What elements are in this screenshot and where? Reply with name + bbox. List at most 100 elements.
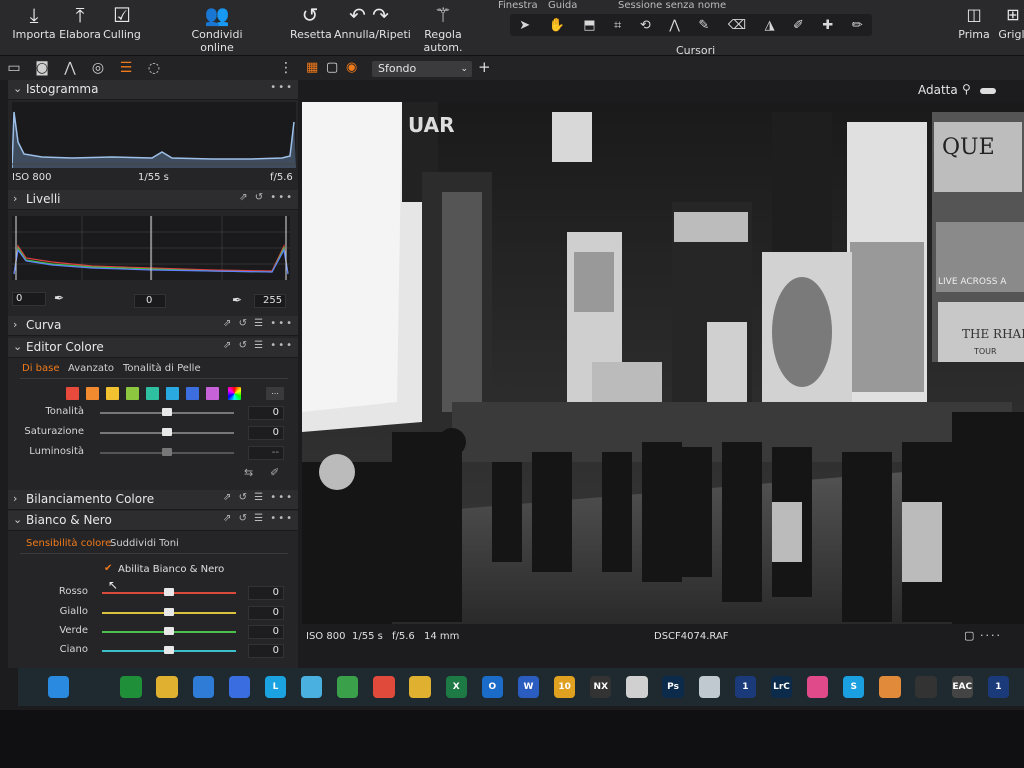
taskbar-app-circle-icon[interactable] xyxy=(879,676,901,698)
more-colors-button[interactable]: ... xyxy=(266,387,284,400)
eraser-icon[interactable]: ⌫ xyxy=(728,18,746,33)
swatch-green[interactable] xyxy=(126,387,139,400)
swatch-magenta[interactable] xyxy=(206,387,219,400)
fit-label[interactable]: Adatta xyxy=(918,83,958,97)
red-knob[interactable] xyxy=(164,588,174,596)
taskbar-word-icon[interactable]: W xyxy=(517,676,540,698)
swatch-orange[interactable] xyxy=(86,387,99,400)
swatch-aqua[interactable] xyxy=(146,387,159,400)
taskbar-skype-icon[interactable]: S xyxy=(843,676,865,698)
lightness-knob[interactable] xyxy=(162,448,172,456)
heal-icon[interactable]: ✚ xyxy=(822,18,833,33)
levels-plot[interactable] xyxy=(12,216,290,280)
details-icon[interactable]: ◌ xyxy=(140,60,168,76)
tab-basic[interactable]: Di base xyxy=(22,363,60,374)
color-editor-header[interactable]: ⌄ Editor Colore ⇗ ↺ ☰ ••• xyxy=(8,338,298,358)
taskbar-mail-icon[interactable] xyxy=(192,676,214,698)
photo-canvas[interactable]: UAR QUE LIVE ACROSS A THE RHAPSO TOUR xyxy=(302,102,1024,624)
grid-view-icon[interactable]: ▦ xyxy=(306,60,318,75)
curve-actions-icon[interactable]: ⇗ ↺ ☰ ••• xyxy=(223,318,294,329)
grid-button[interactable]: ⊞ Grigli xyxy=(998,2,1024,41)
culling-button[interactable]: ☑ Culling xyxy=(102,2,142,41)
taskbar-xbox-icon[interactable] xyxy=(120,676,142,698)
menu-window[interactable]: Finestra xyxy=(498,0,538,11)
pan-hand-icon[interactable]: ✋ xyxy=(549,18,565,33)
swatch-red[interactable] xyxy=(66,387,79,400)
taskbar-red-app-icon[interactable] xyxy=(373,676,395,698)
crop-icon[interactable]: ⌗ xyxy=(614,18,621,33)
taskbar-photo-app-icon[interactable] xyxy=(806,676,829,698)
tab-skin-tone[interactable]: Tonalità di Pelle xyxy=(123,363,201,374)
taskbar-search-icon[interactable] xyxy=(84,676,106,698)
bw-header[interactable]: ⌄ Bianco & Nero ⇗ ↺ ☰ ••• xyxy=(8,511,298,531)
brush-icon[interactable]: ✎ xyxy=(698,18,709,33)
zoom-slider[interactable] xyxy=(980,88,996,94)
green-knob[interactable] xyxy=(164,627,174,635)
crop-mask-icon[interactable]: ⬒ xyxy=(583,18,595,33)
background-select[interactable]: Sfondo ⌄ xyxy=(372,61,472,77)
auto-adjust-button[interactable]: ⚚ Regola autom. xyxy=(408,2,478,54)
hue-value[interactable]: 0 xyxy=(248,406,284,420)
swatch-blue[interactable] xyxy=(166,387,179,400)
keystone-icon[interactable]: ⋀ xyxy=(669,18,680,33)
color-icon[interactable]: ◎ xyxy=(84,60,112,76)
taskbar-l-app-icon[interactable]: L xyxy=(264,676,287,698)
green-value[interactable]: 0 xyxy=(248,625,284,639)
single-view-icon[interactable]: ▢ xyxy=(326,60,338,75)
taskbar-outlook-icon[interactable]: O xyxy=(481,676,504,698)
tab-color-sensitivity[interactable]: Sensibilità colore xyxy=(26,538,111,549)
frame-icon[interactable]: ▢ xyxy=(964,629,974,642)
tab-split-tones[interactable]: Suddividi Toni xyxy=(110,538,179,549)
adjustments-icon[interactable]: ☰ xyxy=(112,60,140,76)
saturation-value[interactable]: 0 xyxy=(248,426,284,440)
taskbar-photoshop-icon[interactable]: Ps xyxy=(662,676,684,698)
picker-target-icon[interactable]: ✐ xyxy=(270,466,279,479)
red-value[interactable]: 0 xyxy=(248,586,284,600)
taskbar-clapper-icon[interactable] xyxy=(915,676,937,698)
undo-redo-button[interactable]: ↶ ↷ Annulla/Ripeti xyxy=(334,2,411,41)
taskbar-photos-icon[interactable] xyxy=(300,676,323,698)
folder-icon[interactable]: ▭ xyxy=(0,60,28,76)
taskbar-nx-app-icon[interactable]: NX xyxy=(590,676,612,698)
taskbar-ten-app-icon[interactable]: 10 xyxy=(553,676,576,698)
eye-icon[interactable]: ◉ xyxy=(346,60,357,75)
swap-icon[interactable]: ⇆ xyxy=(244,466,253,479)
add-icon[interactable]: + xyxy=(478,58,491,76)
swatch-purple[interactable] xyxy=(186,387,199,400)
menu-help[interactable]: Guida xyxy=(548,0,577,11)
yellow-knob[interactable] xyxy=(164,608,174,616)
taskbar-chrome-icon[interactable] xyxy=(409,676,431,698)
swatch-yellow[interactable] xyxy=(106,387,119,400)
before-button[interactable]: ◫ Prima xyxy=(956,2,992,41)
yellow-value[interactable]: 0 xyxy=(248,606,284,620)
lens-icon[interactable]: ⋀ xyxy=(56,60,84,76)
lightness-value[interactable]: -- xyxy=(248,446,284,460)
rotate-icon[interactable]: ⟲ xyxy=(640,18,651,33)
picker-icon[interactable]: ✐ xyxy=(793,18,804,33)
custom-color-icon[interactable] xyxy=(228,387,241,400)
taskbar-image-app-icon[interactable] xyxy=(698,676,720,698)
camera-icon[interactable]: ◙ xyxy=(28,60,56,76)
bw-actions-icon[interactable]: ⇗ ↺ ☰ ••• xyxy=(223,513,294,524)
taskbar-green-app-icon[interactable] xyxy=(337,676,359,698)
import-button[interactable]: ⤓ Importa xyxy=(12,2,56,41)
levels-actions-icon[interactable]: ⇗ ↺ ••• xyxy=(239,192,294,203)
taskbar-lightroom-icon[interactable]: LrC xyxy=(770,676,793,698)
check-icon[interactable]: ✔ xyxy=(104,563,112,574)
share-online-button[interactable]: 👥 Condividi online xyxy=(176,2,258,54)
zoom-icon[interactable]: ⚲ xyxy=(962,82,971,96)
taskbar-eac-icon[interactable]: EAC xyxy=(951,676,973,698)
arrow-cursor-icon[interactable]: ➤ xyxy=(519,18,530,33)
more-icon[interactable]: ···· xyxy=(980,629,1002,642)
tab-advanced[interactable]: Avanzato xyxy=(68,363,114,374)
white-balance-actions-icon[interactable]: ⇗ ↺ ☰ ••• xyxy=(223,492,294,503)
white-balance-header[interactable]: › Bilanciamento Colore ⇗ ↺ ☰ ••• xyxy=(8,490,298,510)
taskbar-store-icon[interactable] xyxy=(228,676,251,698)
curve-header[interactable]: › Curva ⇗ ↺ ☰ ••• xyxy=(8,316,298,336)
taskbar-fox-app-icon[interactable] xyxy=(626,676,648,698)
histogram-header[interactable]: ⌄ Istogramma ••• xyxy=(8,80,298,100)
color-editor-actions-icon[interactable]: ⇗ ↺ ☰ ••• xyxy=(223,340,294,351)
annotate-icon[interactable]: ✏ xyxy=(852,18,863,33)
taskbar-capture-app-icon[interactable]: 1 xyxy=(734,676,757,698)
taskbar-start-icon[interactable] xyxy=(48,676,70,698)
